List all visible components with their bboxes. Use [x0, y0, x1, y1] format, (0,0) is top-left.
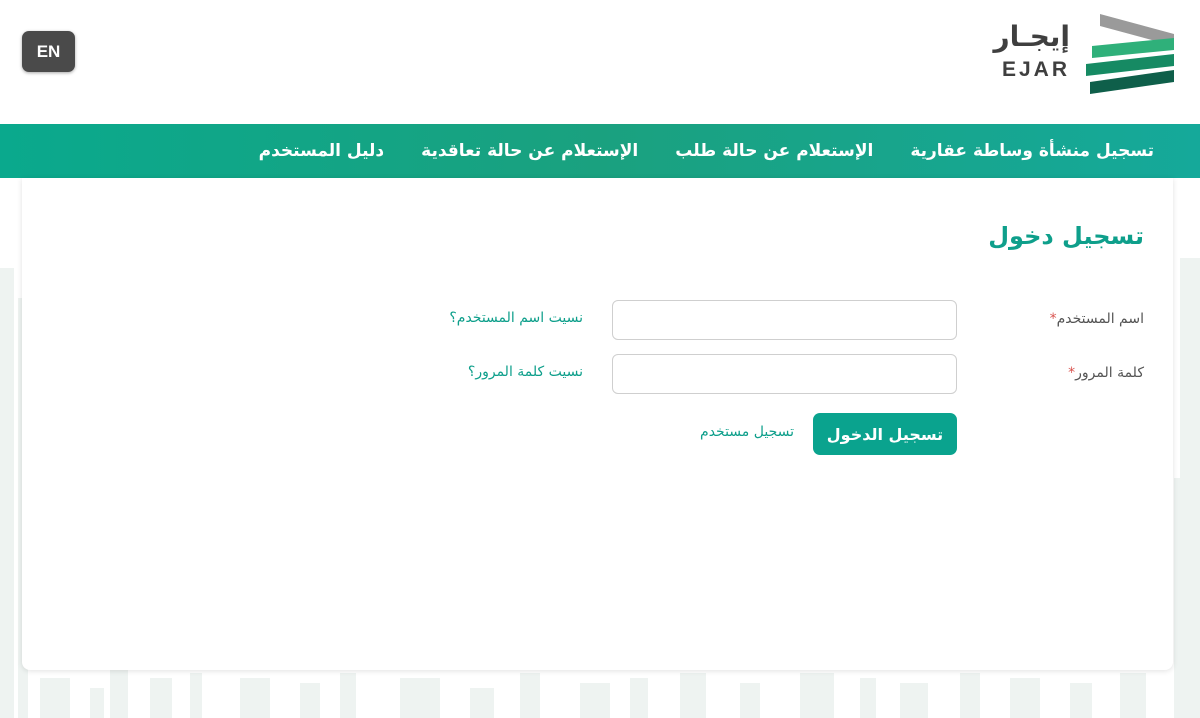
ejar-logo-mark-icon	[1086, 14, 1174, 94]
password-label-text: كلمة المرور	[1075, 365, 1144, 381]
password-input[interactable]	[612, 354, 957, 394]
language-toggle-button[interactable]: EN	[22, 31, 75, 72]
nav-item-user-guide[interactable]: دليل المستخدم	[259, 141, 385, 161]
password-label: كلمة المرور*	[1064, 365, 1144, 381]
register-user-link[interactable]: تسجيل مستخدم	[700, 424, 794, 440]
username-label: اسم المستخدم*	[1046, 311, 1144, 327]
nav-item-request-status[interactable]: الإستعلام عن حالة طلب	[675, 141, 873, 161]
logo-latin-text: EJAR	[1001, 58, 1070, 81]
ejar-logo[interactable]: إيجـار EJAR	[993, 12, 1174, 94]
login-card: تسجيل دخول اسم المستخدم* نسيت اسم المستخ…	[22, 178, 1173, 670]
username-input[interactable]	[612, 300, 957, 340]
logo-arabic-text: إيجـار	[993, 20, 1071, 53]
nav-item-contract-status[interactable]: الإستعلام عن حالة تعاقدية	[421, 141, 638, 161]
forgot-username-link[interactable]: نسيت اسم المستخدم؟	[449, 310, 583, 326]
nav-item-register-brokerage[interactable]: تسجيل منشأة وساطة عقارية	[910, 141, 1154, 161]
forgot-password-link[interactable]: نسيت كلمة المرور؟	[468, 364, 583, 380]
site-header: EN إيجـار EJAR	[0, 0, 1200, 124]
username-label-text: اسم المستخدم	[1056, 311, 1144, 327]
required-marker: *	[1049, 311, 1057, 327]
main-navigation: تسجيل منشأة وساطة عقارية الإستعلام عن حا…	[0, 124, 1200, 178]
login-title: تسجيل دخول	[988, 222, 1144, 250]
login-button[interactable]: تسجيل الدخول	[813, 413, 957, 455]
